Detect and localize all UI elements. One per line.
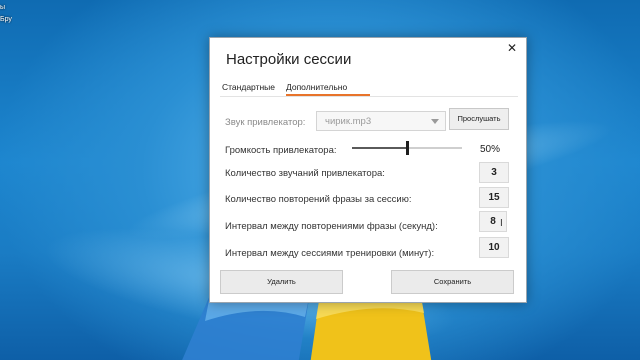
sound-label: Звук привлекатор: xyxy=(225,117,306,128)
tab-divider xyxy=(220,96,518,97)
chevron-down-icon xyxy=(431,119,439,124)
desktop-icon-label-line-2: Бру xyxy=(0,16,12,23)
tab-advanced[interactable]: Дополнительно xyxy=(286,81,347,93)
phrase-interval-field[interactable]: 8 xyxy=(479,211,507,232)
dialog-title: Настройки сессии xyxy=(226,51,352,68)
count-field[interactable]: 3 xyxy=(479,162,509,183)
volume-slider[interactable] xyxy=(352,141,462,155)
listen-button[interactable]: Прослушать xyxy=(449,108,509,130)
repeats-field[interactable]: 15 xyxy=(479,187,509,208)
tab-standard[interactable]: Стандартные xyxy=(222,81,275,93)
volume-value: 50% xyxy=(480,144,501,155)
volume-label: Громкость привлекатора: xyxy=(225,145,337,156)
repeats-label: Количество повторений фразы за сессию: xyxy=(225,194,412,205)
volume-slider-thumb[interactable] xyxy=(405,141,409,155)
volume-slider-fill xyxy=(352,147,407,149)
sound-select[interactable]: чирик.mp3 xyxy=(316,111,446,131)
close-icon[interactable]: ✕ xyxy=(505,41,519,55)
sound-select-value: чирик.mp3 xyxy=(325,116,372,127)
phrase-interval-label: Интервал между повторениями фразы (секун… xyxy=(225,221,438,232)
count-label: Количество звучаний привлекатора: xyxy=(225,168,385,179)
delete-button[interactable]: Удалить xyxy=(220,270,343,294)
text-cursor-icon: I xyxy=(500,218,503,229)
desktop-icon-label[interactable]: ы Бру xyxy=(0,2,12,30)
session-interval-label: Интервал между сессиями тренировки (мину… xyxy=(225,248,435,259)
session-settings-dialog: ✕ Настройки сессии Стандартные Дополните… xyxy=(209,37,527,303)
session-interval-field[interactable]: 10 xyxy=(479,237,509,258)
save-button[interactable]: Сохранить xyxy=(391,270,514,294)
desktop-icon-label-line-1: ы xyxy=(0,4,6,11)
